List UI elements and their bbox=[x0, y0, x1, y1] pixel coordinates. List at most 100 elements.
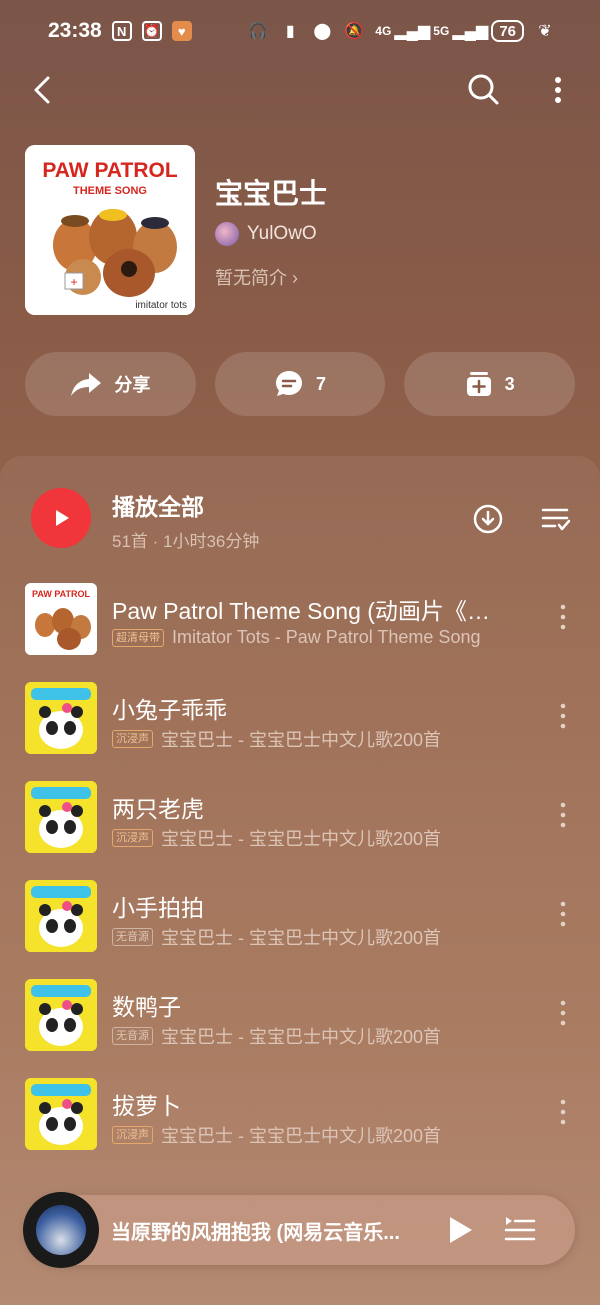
now-playing-title[interactable]: 当原野的风拥抱我 (网易云音乐... bbox=[111, 1216, 441, 1245]
now-playing-disc[interactable] bbox=[23, 1192, 99, 1268]
quality-badge: 超清母带 bbox=[112, 628, 164, 647]
song-subtitle: 无音源 宝宝巴士 - 宝宝巴士中文儿歌200首 bbox=[112, 1023, 502, 1049]
nfc-icon: N bbox=[111, 21, 132, 41]
more-vertical-icon bbox=[560, 901, 566, 927]
song-artist: Imitator Tots - Paw Patrol Theme Song bbox=[172, 627, 481, 647]
song-more-button[interactable] bbox=[556, 1097, 570, 1127]
svg-text:THEME SONG: THEME SONG bbox=[73, 185, 147, 197]
more-vertical-icon bbox=[560, 604, 566, 630]
song-more-button[interactable] bbox=[556, 998, 570, 1028]
song-row[interactable]: PAW PATROL Paw Patrol Theme Song (动画片《汪汪… bbox=[0, 578, 600, 677]
song-row[interactable]: 小兔子乖乖 沉浸声 宝宝巴士 - 宝宝巴士中文儿歌200首 bbox=[0, 677, 600, 776]
song-cover: PAW PATROL bbox=[25, 583, 97, 655]
audio-badge: 沉浸声 bbox=[112, 730, 153, 748]
more-options-button[interactable] bbox=[548, 72, 568, 108]
signal-icon: ▂▄▆ bbox=[394, 23, 431, 40]
multi-select-button[interactable] bbox=[541, 505, 571, 533]
queue-list-icon bbox=[504, 1217, 536, 1241]
svg-text:+: + bbox=[70, 275, 77, 289]
song-more-button[interactable] bbox=[556, 602, 570, 632]
babybus-thumbnail bbox=[25, 682, 97, 754]
song-cover bbox=[25, 1078, 97, 1150]
svg-text:PAW PATROL: PAW PATROL bbox=[32, 589, 90, 599]
download-button[interactable] bbox=[472, 503, 504, 535]
audio-badge: 无音源 bbox=[112, 1027, 153, 1045]
leaf-icon: ❦ bbox=[538, 23, 552, 40]
share-label: 分享 bbox=[114, 375, 151, 395]
song-title: 小手拍拍 bbox=[112, 895, 204, 921]
playlist-cover[interactable]: PAW PATROL THEME SONG + imitator tots bbox=[25, 145, 195, 315]
paw-patrol-thumbnail: PAW PATROL bbox=[25, 583, 97, 655]
play-icon bbox=[56, 510, 69, 526]
song-cover bbox=[25, 880, 97, 952]
babybus-thumbnail bbox=[25, 781, 97, 853]
song-artist: 宝宝巴士 - 宝宝巴士中文儿歌200首 bbox=[161, 1126, 442, 1146]
share-button[interactable]: 分享 bbox=[25, 352, 196, 416]
network-5g-icon: 5G bbox=[433, 23, 450, 38]
comment-count: 7 bbox=[316, 373, 327, 394]
audio-badge: 无音源 bbox=[112, 928, 153, 946]
back-button[interactable] bbox=[28, 72, 60, 108]
song-subtitle: 无音源 宝宝巴士 - 宝宝巴士中文儿歌200首 bbox=[112, 924, 502, 950]
alarm-icon: ⏰ bbox=[141, 21, 162, 41]
add-to-collection-icon bbox=[466, 372, 491, 396]
song-subtitle: 沉浸声 宝宝巴士 - 宝宝巴士中文儿歌200首 bbox=[112, 726, 502, 752]
play-all-button[interactable] bbox=[31, 488, 91, 548]
playlist-intro-link[interactable]: 暂无简介 › bbox=[215, 264, 298, 290]
collect-count: 3 bbox=[504, 373, 515, 394]
song-row[interactable]: 两只老虎 沉浸声 宝宝巴士 - 宝宝巴士中文儿歌200首 bbox=[0, 776, 600, 875]
creator-name: YulOwO bbox=[247, 223, 317, 244]
list-check-icon bbox=[541, 508, 571, 531]
paw-patrol-cover-art: PAW PATROL THEME SONG + imitator tots bbox=[25, 145, 195, 315]
audio-badge: 沉浸声 bbox=[112, 1126, 153, 1144]
song-cover bbox=[25, 781, 97, 853]
more-vertical-icon bbox=[555, 77, 561, 103]
song-subtitle: 超清母带 Imitator Tots - Paw Patrol Theme So… bbox=[112, 627, 502, 648]
status-bar: 23:38 N ⏰ ♥ 🎧 ▮ ⬤ 🔕 4G ▂▄▆ 5G ▂▄▆ 76 ❦ bbox=[0, 0, 600, 62]
song-title: 数鸭子 bbox=[112, 994, 181, 1020]
song-more-button[interactable] bbox=[556, 701, 570, 731]
mini-player[interactable]: 当原野的风拥抱我 (网易云音乐... bbox=[23, 1192, 575, 1268]
song-row[interactable]: 小手拍拍 无音源 宝宝巴士 - 宝宝巴士中文儿歌200首 bbox=[0, 875, 600, 974]
mute-icon: 🔕 bbox=[344, 23, 365, 40]
search-button[interactable] bbox=[466, 72, 500, 106]
song-row[interactable]: 拔萝卜 沉浸声 宝宝巴士 - 宝宝巴士中文儿歌200首 bbox=[0, 1073, 600, 1172]
song-title: Paw Patrol Theme Song (动画片《汪汪队立大功》主题曲) bbox=[112, 598, 502, 624]
app-notification-icon: ♥ bbox=[171, 21, 192, 41]
song-artist: 宝宝巴士 - 宝宝巴士中文儿歌200首 bbox=[161, 730, 442, 750]
play-icon bbox=[450, 1217, 472, 1243]
babybus-thumbnail bbox=[25, 880, 97, 952]
song-artist: 宝宝巴士 - 宝宝巴士中文儿歌200首 bbox=[161, 1027, 442, 1047]
song-cover bbox=[25, 979, 97, 1051]
comment-button[interactable]: 7 bbox=[214, 352, 386, 416]
song-title: 小兔子乖乖 bbox=[112, 697, 227, 723]
song-title: 两只老虎 bbox=[112, 796, 204, 822]
more-vertical-icon bbox=[560, 1000, 566, 1026]
status-time: 23:38 bbox=[48, 19, 102, 42]
svg-text:PAW PATROL: PAW PATROL bbox=[42, 159, 177, 182]
song-more-button[interactable] bbox=[556, 800, 570, 830]
song-more-button[interactable] bbox=[556, 899, 570, 929]
playlist-queue-button[interactable] bbox=[504, 1215, 536, 1245]
play-all-meta: 51首 · 1小时36分钟 bbox=[112, 532, 260, 551]
audio-badge: 沉浸声 bbox=[112, 829, 153, 847]
signal-icon-2: ▂▄▆ bbox=[452, 23, 489, 40]
mini-play-button[interactable] bbox=[445, 1214, 475, 1246]
top-navigation bbox=[0, 62, 600, 118]
creator-link[interactable]: YulOwO bbox=[215, 222, 317, 246]
song-subtitle: 沉浸声 宝宝巴士 - 宝宝巴士中文儿歌200首 bbox=[112, 1122, 502, 1148]
headphones-icon: 🎧 bbox=[248, 23, 269, 40]
song-list: PAW PATROL Paw Patrol Theme Song (动画片《汪汪… bbox=[0, 578, 600, 1172]
more-vertical-icon bbox=[560, 802, 566, 828]
avatar bbox=[215, 222, 239, 246]
location-icon: ⬤ bbox=[313, 23, 332, 40]
network-4g-icon: 4G bbox=[375, 23, 392, 38]
battery-saver-icon: ▮ bbox=[285, 23, 295, 40]
chevron-left-icon bbox=[34, 76, 50, 104]
more-vertical-icon bbox=[560, 703, 566, 729]
play-all-label[interactable]: 播放全部 bbox=[112, 488, 204, 522]
song-row[interactable]: 数鸭子 无音源 宝宝巴士 - 宝宝巴士中文儿歌200首 bbox=[0, 974, 600, 1073]
collect-button[interactable]: 3 bbox=[404, 352, 576, 416]
song-cover bbox=[25, 682, 97, 754]
battery-indicator: 76 bbox=[491, 20, 524, 42]
